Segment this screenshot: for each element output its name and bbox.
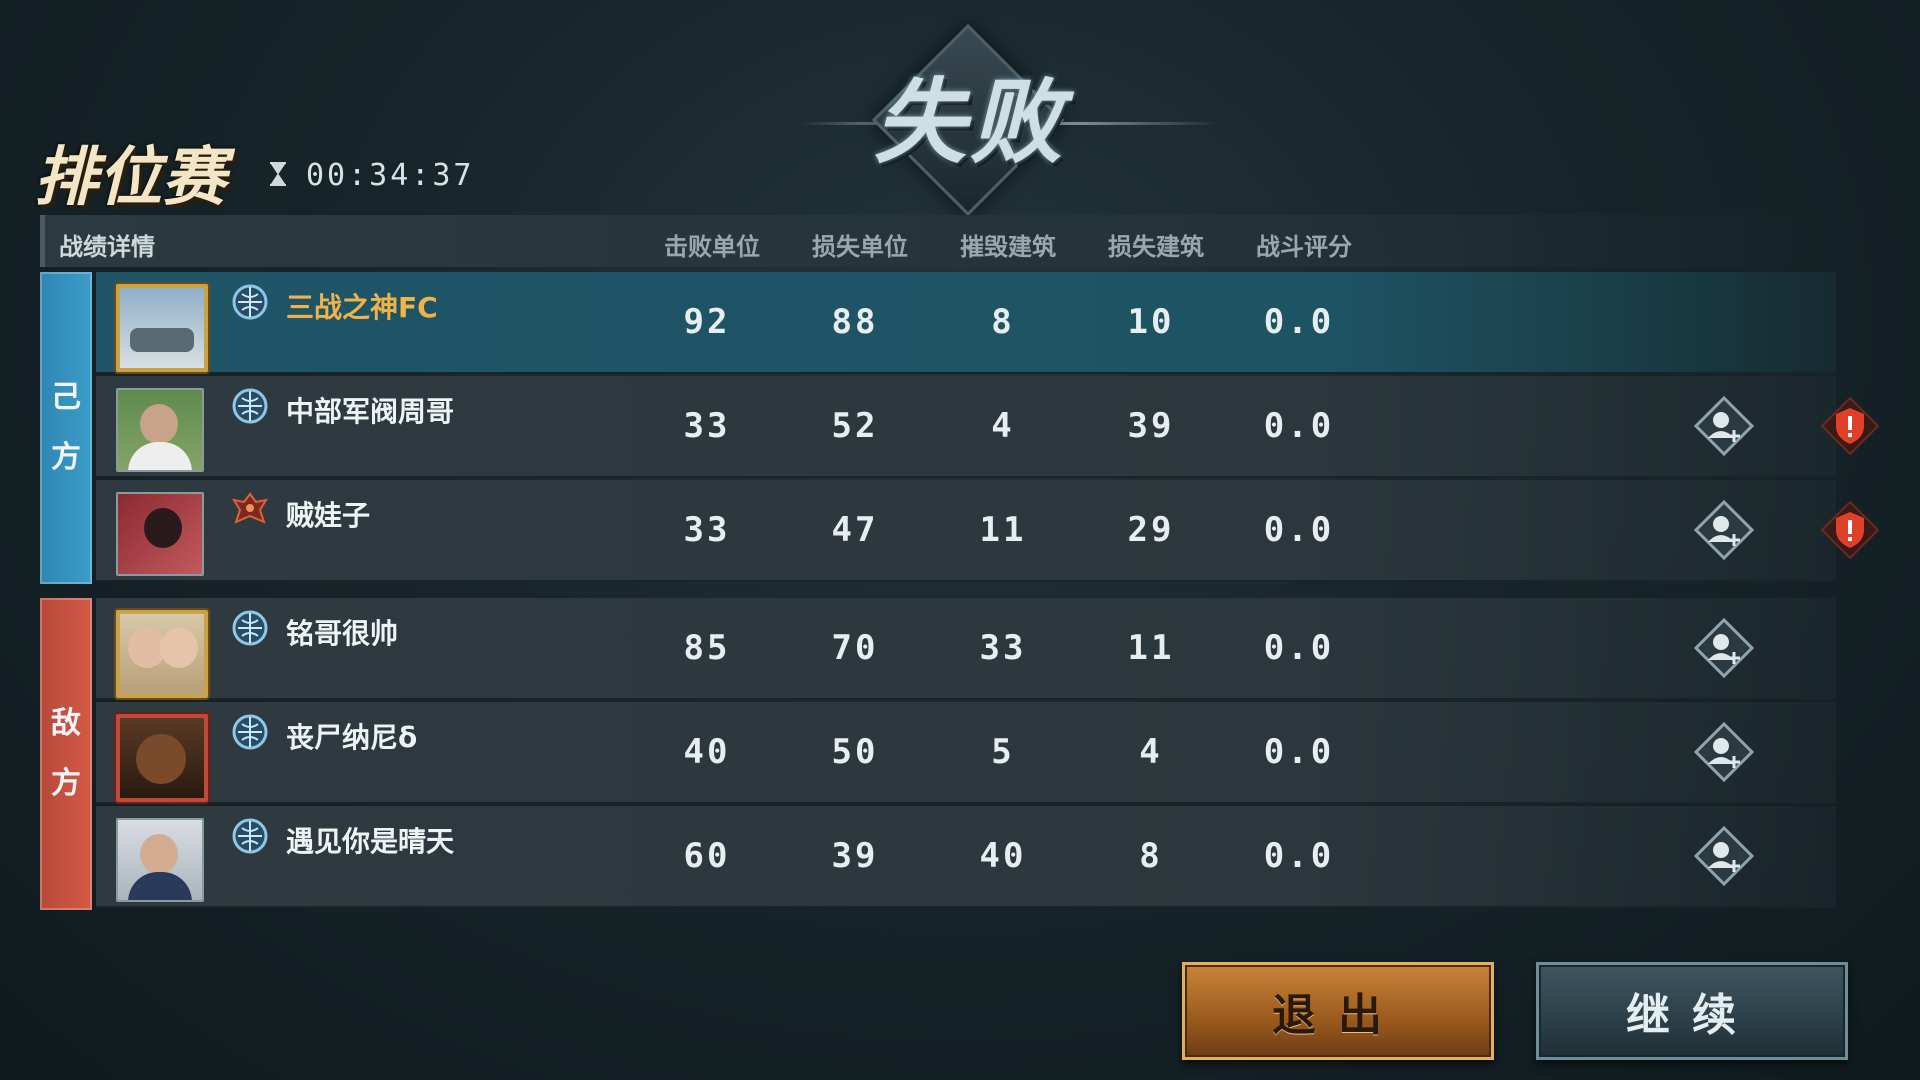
- eagle-rank-icon: [231, 492, 269, 524]
- add-friend-button[interactable]: [1694, 500, 1754, 560]
- stat-combat-score: 0.0: [1263, 628, 1335, 668]
- ally-label-char-1: 己: [51, 380, 81, 415]
- add-friend-button[interactable]: [1694, 826, 1754, 886]
- stat-kills: 92: [683, 302, 731, 342]
- stat-buildings-destroyed: 40: [979, 836, 1027, 876]
- stat-buildings-lost: 8: [1139, 836, 1163, 876]
- stat-buildings-destroyed: 11: [979, 510, 1027, 550]
- mode-title: 排位赛: [34, 140, 226, 215]
- avatar: [116, 492, 204, 576]
- enemy-team-label: 敌 方: [40, 598, 92, 910]
- stat-buildings-destroyed: 8: [991, 302, 1015, 342]
- stat-kills: 85: [683, 628, 731, 668]
- report-button[interactable]: [1820, 396, 1880, 456]
- avatar: [116, 714, 208, 802]
- enemy-label-char-1: 敌: [51, 706, 81, 741]
- player-name: 中部军阀周哥: [286, 395, 455, 428]
- player-row[interactable]: 丧尸纳尼δ 40 50 5 4 0.0: [96, 702, 1836, 804]
- stat-combat-score: 0.0: [1263, 302, 1335, 342]
- player-row[interactable]: 铭哥很帅 85 70 33 11 0.0: [96, 598, 1836, 700]
- table-header: 战绩详情 击败单位 损失单位 摧毁建筑 损失建筑 战斗评分: [40, 215, 1825, 267]
- stat-kills: 33: [683, 406, 731, 446]
- column-header-combat-score: 战斗评分: [1256, 233, 1352, 261]
- player-row[interactable]: 中部军阀周哥 33 52 4 39 0.0: [96, 376, 1880, 478]
- add-friend-button[interactable]: [1694, 722, 1754, 782]
- stat-units-lost: 47: [831, 510, 879, 550]
- enemy-label-char-2: 方: [51, 766, 81, 801]
- globe-rank-icon: [232, 388, 268, 424]
- stat-combat-score: 0.0: [1263, 406, 1335, 446]
- stat-kills: 40: [683, 732, 731, 772]
- stat-units-lost: 52: [831, 406, 879, 446]
- stat-buildings-lost: 29: [1127, 510, 1175, 550]
- avatar: [116, 388, 204, 472]
- stat-buildings-destroyed: 5: [991, 732, 1015, 772]
- stat-buildings-destroyed: 4: [991, 406, 1015, 446]
- globe-rank-icon: [232, 610, 268, 646]
- report-button[interactable]: [1820, 500, 1880, 560]
- stat-units-lost: 70: [831, 628, 879, 668]
- globe-rank-icon: [232, 714, 268, 750]
- stat-combat-score: 0.0: [1263, 836, 1335, 876]
- player-name: 丧尸纳尼δ: [286, 721, 418, 754]
- stat-units-lost: 39: [831, 836, 879, 876]
- column-header-buildings-lost: 损失建筑: [1108, 233, 1204, 261]
- stat-buildings-destroyed: 33: [979, 628, 1027, 668]
- stat-units-lost: 50: [831, 732, 879, 772]
- hourglass-icon: [270, 162, 286, 186]
- stat-kills: 60: [683, 836, 731, 876]
- section-label: 战绩详情: [59, 233, 155, 261]
- stat-combat-score: 0.0: [1263, 732, 1335, 772]
- result-title: 失败: [873, 68, 1066, 176]
- stat-buildings-lost: 11: [1127, 628, 1175, 668]
- player-name: 遇见你是晴天: [286, 825, 455, 858]
- match-timer: 00:34:37: [306, 158, 475, 193]
- player-name: 贼娃子: [286, 499, 371, 532]
- stat-buildings-lost: 10: [1127, 302, 1175, 342]
- add-friend-button[interactable]: [1694, 618, 1754, 678]
- ally-team-label: 己 方: [40, 272, 92, 584]
- globe-rank-icon: [232, 284, 268, 320]
- add-friend-button[interactable]: [1694, 396, 1754, 456]
- player-name: 铭哥很帅: [286, 617, 399, 650]
- stat-units-lost: 88: [831, 302, 879, 342]
- stat-combat-score: 0.0: [1263, 510, 1335, 550]
- avatar: [116, 610, 208, 698]
- stat-kills: 33: [683, 510, 731, 550]
- globe-rank-icon: [232, 818, 268, 854]
- column-header-units-lost: 损失单位: [812, 233, 908, 261]
- avatar: [116, 284, 208, 372]
- player-name: 三战之神FC: [286, 291, 438, 324]
- avatar: [116, 818, 204, 902]
- exit-button[interactable]: 退出: [1182, 962, 1494, 1060]
- ally-label-char-2: 方: [51, 440, 81, 475]
- player-row[interactable]: 三战之神FC 92 88 8 10 0.0: [96, 272, 1836, 374]
- player-row[interactable]: 遇见你是晴天 60 39 40 8 0.0: [96, 806, 1836, 908]
- stat-buildings-lost: 4: [1139, 732, 1163, 772]
- column-header-buildings-destroyed: 摧毁建筑: [960, 233, 1056, 261]
- stat-buildings-lost: 39: [1127, 406, 1175, 446]
- continue-button[interactable]: 继续: [1536, 962, 1848, 1060]
- column-header-kills: 击败单位: [664, 233, 760, 261]
- player-row[interactable]: 贼娃子 33 47 11 29 0.0: [96, 480, 1880, 582]
